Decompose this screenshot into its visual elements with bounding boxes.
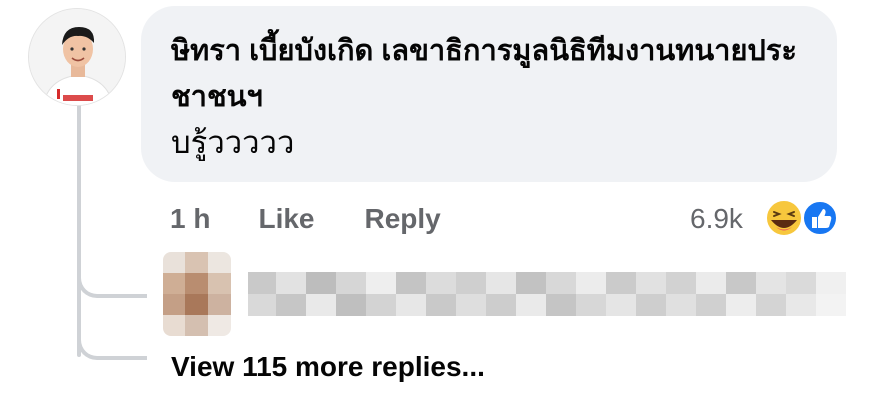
comment-timestamp[interactable]: 1 h: [170, 203, 210, 235]
comment-author-name[interactable]: ษิทรา เบี้ยบังเกิด เลขาธิการมูลนิธิทีมงา…: [171, 28, 811, 120]
person-avatar-icon: [29, 9, 125, 105]
haha-emoji-icon: [765, 199, 803, 237]
obscured-reply-avatar: [163, 252, 231, 336]
thread-branch-view-more: [77, 332, 147, 360]
reaction-icons[interactable]: [762, 198, 842, 238]
like-button[interactable]: Like: [258, 203, 314, 235]
obscured-reply-text: [248, 268, 848, 320]
reaction-count[interactable]: 6.9k: [690, 197, 743, 241]
thread-branch-reply: [77, 270, 147, 298]
view-more-replies-link[interactable]: View 115 more replies...: [171, 345, 485, 389]
comment-body: บรู้ววววว: [171, 125, 295, 160]
like-thumb-icon: [802, 200, 838, 236]
commenter-avatar[interactable]: [28, 8, 126, 106]
reply-button[interactable]: Reply: [365, 203, 441, 235]
comment-thread: ษิทรา เบี้ยบังเกิด เลขาธิการมูลนิธิทีมงา…: [0, 0, 869, 404]
comment-actions: 1 h Like Reply: [170, 197, 441, 241]
thread-line: [77, 104, 81, 357]
